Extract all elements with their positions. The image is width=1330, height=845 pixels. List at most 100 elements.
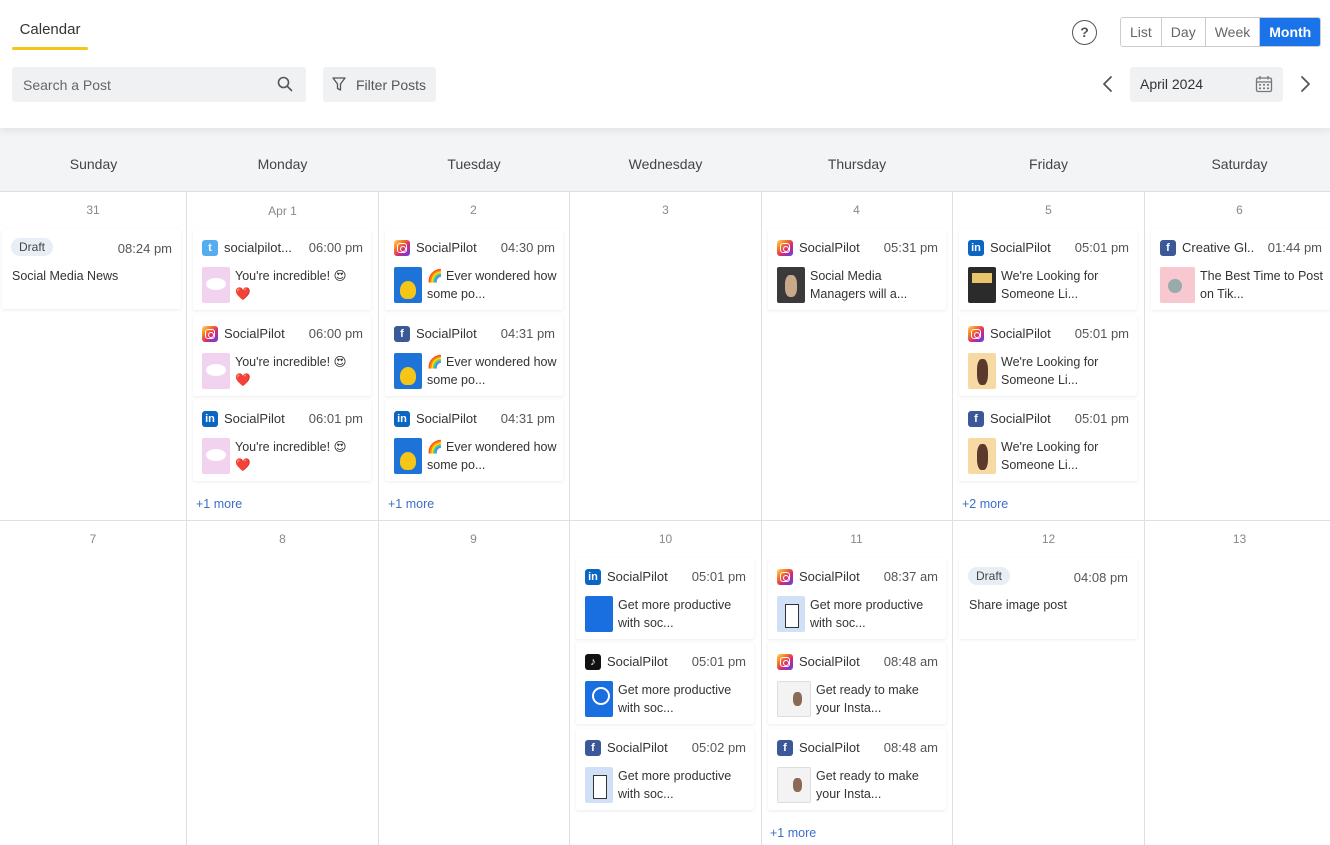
next-month-button[interactable] — [1297, 75, 1313, 93]
account-name: SocialPilot — [416, 240, 477, 255]
post-text: The Best Time to Post on Tik... — [1200, 269, 1323, 301]
post-text: Get more productive with soc... — [810, 598, 924, 630]
post-card[interactable]: t socialpilot... 06:00 pm You're incredibl… — [193, 229, 371, 310]
post-time: 06:00 pm — [308, 240, 363, 255]
facebook-icon: f — [968, 411, 984, 427]
account-name: socialpilot... — [224, 240, 292, 255]
linkedin-icon: in — [394, 411, 410, 427]
post-title: Social Media News — [12, 269, 119, 283]
post-card[interactable]: in SocialPilot 05:01 pm Get more productiv… — [576, 558, 754, 639]
post-card[interactable]: f SocialPilot 08:48 am Get ready to make y… — [768, 729, 946, 810]
post-time: 04:08 pm — [1073, 570, 1128, 585]
post-time: 08:24 pm — [117, 241, 172, 256]
account-name: SocialPilot — [607, 740, 668, 755]
post-thumbnail — [394, 438, 422, 474]
facebook-icon: f — [1160, 240, 1176, 256]
post-text: You're incredible! 😍 ❤️ — [235, 269, 347, 301]
post-thumbnail — [585, 596, 613, 632]
post-card[interactable]: SocialPilot 05:31 pm Social Media Manager… — [768, 229, 946, 310]
post-card[interactable]: f SocialPilot 05:02 pm Get more productive… — [576, 729, 754, 810]
post-thumbnail — [777, 681, 811, 717]
filter-icon — [332, 77, 346, 91]
post-time: 05:01 pm — [1074, 411, 1129, 426]
calendar-icon — [1255, 76, 1273, 93]
post-time: 04:31 pm — [500, 326, 555, 341]
facebook-icon: f — [394, 326, 410, 342]
post-thumbnail — [394, 267, 422, 303]
weekday-friday: Friday — [1029, 156, 1068, 172]
instagram-icon — [202, 326, 218, 342]
post-card[interactable]: in SocialPilot 04:31 pm 🌈 Ever wondered ho… — [385, 400, 563, 481]
post-time: 08:48 am — [883, 654, 938, 669]
post-time: 04:30 pm — [500, 240, 555, 255]
view-month-button[interactable]: Month — [1260, 18, 1321, 46]
grid-divider — [0, 520, 1330, 521]
day-number: 5 — [1045, 203, 1052, 217]
post-thumbnail — [1160, 267, 1195, 303]
view-list-button[interactable]: List — [1121, 18, 1162, 46]
post-thumbnail — [202, 438, 230, 474]
weekday-tuesday: Tuesday — [447, 156, 501, 172]
account-name: SocialPilot — [799, 654, 860, 669]
post-card[interactable]: in SocialPilot 06:01 pm You're incredible!… — [193, 400, 371, 481]
account-name: SocialPilot — [224, 326, 285, 341]
more-posts-link[interactable]: +2 more — [962, 497, 1008, 511]
post-time: 06:00 pm — [308, 326, 363, 341]
post-text: 🌈 Ever wondered how some po... — [427, 440, 557, 472]
search-input[interactable] — [12, 67, 306, 102]
search-icon[interactable] — [277, 76, 293, 92]
post-text: Get more productive with soc... — [618, 683, 732, 715]
post-thumbnail — [777, 596, 805, 632]
account-name: SocialPilot — [607, 569, 668, 584]
post-card[interactable]: f SocialPilot 04:31 pm 🌈 Ever wondered how… — [385, 315, 563, 396]
account-name: SocialPilot — [416, 411, 477, 426]
grid-divider — [186, 192, 187, 845]
post-card[interactable]: in SocialPilot 05:01 pm We're Looking for … — [959, 229, 1137, 310]
post-time: 04:31 pm — [500, 411, 555, 426]
day-number: 8 — [279, 532, 286, 546]
more-posts-link[interactable]: +1 more — [196, 497, 242, 511]
linkedin-icon: in — [202, 411, 218, 427]
post-card[interactable]: f Creative Gl... 01:44 pm The Best Time to… — [1151, 229, 1330, 310]
post-card[interactable]: SocialPilot 04:30 pm 🌈 Ever wondered how … — [385, 229, 563, 310]
post-text: We're Looking for Someone Li... — [1001, 355, 1099, 387]
account-name: SocialPilot — [799, 240, 860, 255]
post-card[interactable]: SocialPilot 08:48 am Get ready to make yo… — [768, 643, 946, 724]
month-grid: 31 Apr 1 2 3 4 5 6 7 8 9 10 11 12 13 Dra… — [0, 191, 1330, 845]
grid-divider — [1144, 192, 1145, 845]
tab-calendar[interactable]: Calendar — [12, 14, 88, 50]
post-text: Get ready to make your Insta... — [816, 769, 919, 801]
post-text: Get more productive with soc... — [618, 769, 732, 801]
grid-divider — [761, 192, 762, 845]
post-card[interactable]: SocialPilot 08:37 am Get more productive … — [768, 558, 946, 639]
day-number: 10 — [658, 532, 673, 546]
post-thumbnail — [394, 353, 422, 389]
view-day-button[interactable]: Day — [1161, 18, 1206, 46]
view-week-button[interactable]: Week — [1205, 18, 1261, 46]
post-card[interactable]: f SocialPilot 05:01 pm We're Looking for S… — [959, 400, 1137, 481]
weekday-saturday: Saturday — [1211, 156, 1268, 172]
post-text: You're incredible! 😍 ❤️ — [235, 355, 347, 387]
draft-badge: Draft — [968, 567, 1011, 585]
grid-divider — [952, 192, 953, 845]
post-card[interactable]: ♪ SocialPilot 05:01 pm Get more productive… — [576, 643, 754, 724]
draft-badge: Draft — [11, 238, 54, 256]
draft-post-card[interactable]: Draft 08:24 pm Social Media News — [2, 229, 181, 309]
post-text: We're Looking for Someone Li... — [1001, 440, 1099, 472]
weekday-thursday: Thursday — [827, 156, 887, 172]
filter-posts-button[interactable]: Filter Posts — [323, 67, 436, 102]
draft-post-card[interactable]: Draft 04:08 pm Share image post — [959, 558, 1137, 639]
day-number: 2 — [470, 203, 477, 217]
month-picker[interactable]: April 2024 — [1130, 67, 1283, 102]
more-posts-link[interactable]: +1 more — [388, 497, 434, 511]
post-time: 08:48 am — [883, 740, 938, 755]
more-posts-link[interactable]: +1 more — [770, 826, 816, 840]
post-card[interactable]: SocialPilot 05:01 pm We're Looking for So… — [959, 315, 1137, 396]
post-thumbnail — [968, 267, 996, 303]
help-icon[interactable]: ? — [1072, 20, 1097, 45]
account-name: SocialPilot — [416, 326, 477, 341]
day-number: 4 — [853, 203, 860, 217]
post-card[interactable]: SocialPilot 06:00 pm You're incredible! 😍… — [193, 315, 371, 396]
post-text: Get ready to make your Insta... — [816, 683, 919, 715]
previous-month-button[interactable] — [1100, 75, 1116, 93]
